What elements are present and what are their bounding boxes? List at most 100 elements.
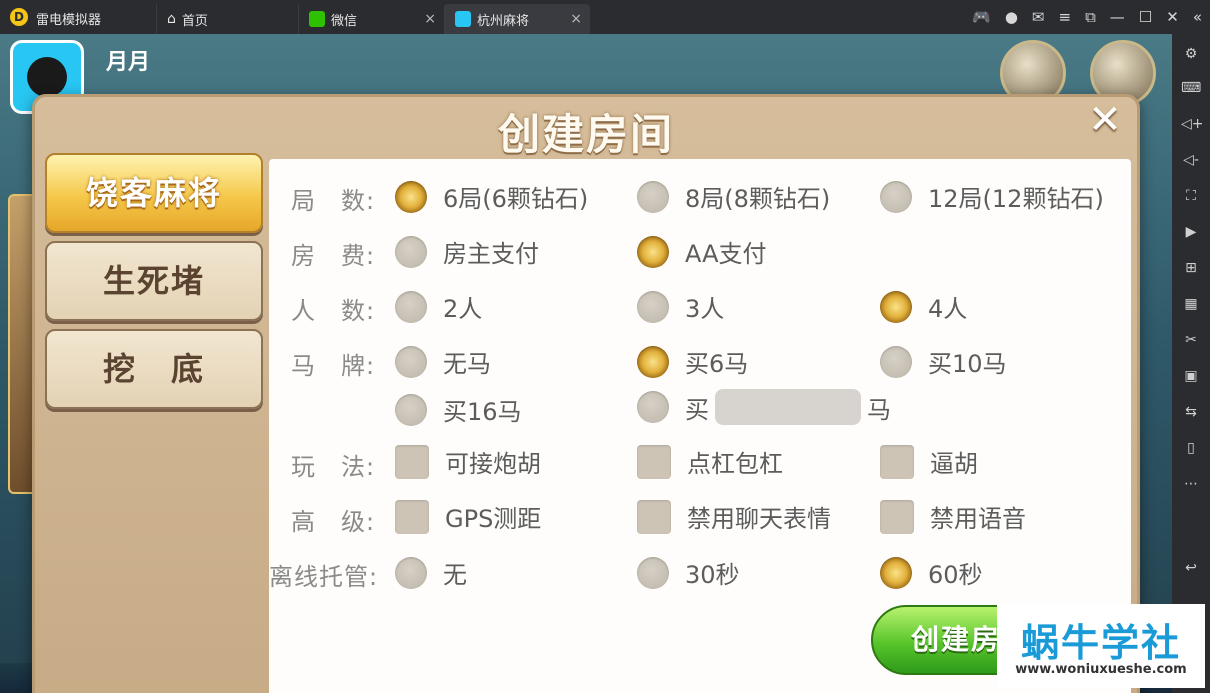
tab-raoke-mahjong[interactable]: 饶客麻将: [45, 153, 263, 233]
horse-tiles-label: 马 牌:: [291, 352, 376, 380]
autoplay-option-none[interactable]: 无: [395, 555, 467, 590]
advanced-option-gps[interactable]: GPS测距: [395, 499, 541, 534]
radio-icon[interactable]: [637, 391, 669, 423]
custom-horse-count-input[interactable]: [715, 389, 861, 425]
close-window-icon[interactable]: ✕: [1166, 8, 1179, 26]
radio-selected-icon[interactable]: [637, 345, 669, 378]
rule-option-forced-win[interactable]: 逼胡: [880, 444, 978, 479]
tab-wadi[interactable]: 挖 底: [45, 329, 263, 409]
players-label: 人 数:: [291, 297, 376, 325]
keyboard-icon[interactable]: ⌨: [1181, 78, 1201, 98]
radio-icon[interactable]: [395, 556, 427, 589]
rounds-option-12[interactable]: 12局(12颗钻石): [880, 179, 1104, 214]
radio-selected-icon[interactable]: [880, 556, 912, 589]
option-label: 3人: [685, 295, 725, 323]
fee-option-aa[interactable]: AA支付: [637, 234, 767, 269]
rule-option-accept-discard-win[interactable]: 可接炮胡: [395, 444, 541, 479]
radio-icon[interactable]: [880, 180, 912, 213]
volume-up-icon[interactable]: ◁+: [1181, 114, 1204, 134]
radio-icon[interactable]: [395, 345, 427, 378]
sync-icon[interactable]: ⇆: [1181, 402, 1201, 422]
collapse-sidebar-icon[interactable]: «: [1193, 8, 1202, 26]
horse-option-6[interactable]: 买6马: [637, 344, 748, 379]
back-icon[interactable]: ↩: [1181, 558, 1201, 578]
option-label: 买16马: [443, 398, 522, 426]
rounds-option-8[interactable]: 8局(8颗钻石): [637, 179, 830, 214]
apk-icon[interactable]: ▦: [1181, 294, 1201, 314]
radio-icon[interactable]: [637, 180, 669, 213]
option-label: 6局(6颗钻石): [443, 185, 589, 213]
more-icon[interactable]: ⋯: [1181, 474, 1201, 494]
tab-home-label: 首页: [181, 13, 208, 29]
radio-icon[interactable]: [637, 556, 669, 589]
radio-icon[interactable]: [395, 290, 427, 323]
minimize-icon[interactable]: —: [1110, 8, 1125, 26]
checkbox-icon[interactable]: [637, 444, 671, 479]
autoplay-option-30s[interactable]: 30秒: [637, 555, 740, 590]
scissors-icon[interactable]: ✂: [1181, 330, 1201, 350]
tab-shengsidu[interactable]: 生死堵: [45, 241, 263, 321]
shake-icon[interactable]: ▯: [1181, 438, 1201, 458]
tab-wechat-label: 微信: [331, 13, 358, 29]
video-record-icon[interactable]: ▣: [1181, 366, 1201, 386]
tab-hangzhou-mahjong[interactable]: 杭州麻将 ×: [444, 4, 590, 34]
rules-label: 玩 法:: [291, 453, 376, 481]
rule-option-kong-cover[interactable]: 点杠包杠: [637, 444, 783, 479]
option-label: 2人: [443, 295, 483, 323]
volume-down-icon[interactable]: ◁-: [1181, 150, 1201, 170]
option-label: 可接炮胡: [445, 450, 541, 478]
emulator-side-toolbar: ⚙ ⌨ ◁+ ◁- ⛶ ▶ ⊞ ▦ ✂ ▣ ⇆ ▯ ⋯ ↩: [1172, 34, 1210, 693]
close-icon[interactable]: ✕: [1085, 100, 1125, 141]
players-option-2[interactable]: 2人: [395, 289, 482, 324]
play-icon[interactable]: ▶: [1181, 222, 1201, 242]
game-app-icon: [455, 11, 471, 27]
radio-selected-icon[interactable]: [880, 290, 912, 323]
wechat-icon: [309, 11, 325, 27]
mail-icon[interactable]: ✉: [1032, 8, 1045, 26]
checkbox-icon[interactable]: [637, 499, 671, 534]
watermark-title: 蜗牛学社: [1020, 621, 1181, 665]
autoplay-option-60s[interactable]: 60秒: [880, 555, 983, 590]
restore-window-icon[interactable]: ⧉: [1085, 8, 1096, 26]
option-label: 买10马: [928, 350, 1007, 378]
players-option-4[interactable]: 4人: [880, 289, 967, 324]
tab-close-icon[interactable]: ×: [424, 11, 436, 27]
checkbox-icon[interactable]: [880, 499, 914, 534]
fullscreen-icon[interactable]: ⛶: [1181, 186, 1201, 206]
horse-option-16[interactable]: 买16马: [395, 392, 522, 427]
bg-player-name: 月月: [106, 50, 151, 75]
tab-close-icon[interactable]: ×: [570, 11, 582, 27]
advanced-option-disable-voice[interactable]: 禁用语音: [880, 499, 1026, 534]
advanced-option-disable-chat[interactable]: 禁用聊天表情: [637, 499, 831, 534]
settings-icon[interactable]: ⚙: [1181, 44, 1201, 64]
players-option-3[interactable]: 3人: [637, 289, 724, 324]
option-label: 买6马: [685, 350, 749, 378]
radio-selected-icon[interactable]: [637, 235, 669, 268]
checkbox-icon[interactable]: [880, 444, 914, 479]
radio-icon[interactable]: [637, 290, 669, 323]
add-window-icon[interactable]: ⊞: [1181, 258, 1201, 278]
option-label: 逼胡: [930, 450, 978, 478]
checkbox-icon[interactable]: [395, 499, 429, 534]
window-controls: 🎮 ● ✉ ≡ ⧉ — ☐ ✕ «: [972, 0, 1202, 34]
rounds-option-6[interactable]: 6局(6颗钻石): [395, 179, 588, 214]
account-icon[interactable]: ●: [1005, 8, 1018, 26]
option-label: 60秒: [928, 561, 983, 589]
tab-wechat[interactable]: 微信 ×: [298, 4, 444, 34]
radio-icon[interactable]: [395, 393, 427, 426]
room-fee-label: 房 费:: [291, 242, 376, 270]
radio-icon[interactable]: [880, 345, 912, 378]
maximize-icon[interactable]: ☐: [1139, 8, 1152, 26]
radio-selected-icon[interactable]: [395, 180, 427, 213]
checkbox-icon[interactable]: [395, 444, 429, 479]
option-label: 12局(12颗钻石): [928, 185, 1104, 213]
tab-home[interactable]: ⌂ 首页: [156, 4, 296, 34]
horse-option-custom[interactable]: 买 马: [637, 389, 891, 425]
fee-option-host[interactable]: 房主支付: [395, 234, 539, 269]
gamepad-icon[interactable]: 🎮: [972, 8, 991, 26]
menu-icon[interactable]: ≡: [1058, 8, 1071, 26]
horse-option-10[interactable]: 买10马: [880, 344, 1007, 379]
radio-icon[interactable]: [395, 235, 427, 268]
option-label: AA支付: [685, 240, 767, 268]
horse-option-none[interactable]: 无马: [395, 344, 491, 379]
